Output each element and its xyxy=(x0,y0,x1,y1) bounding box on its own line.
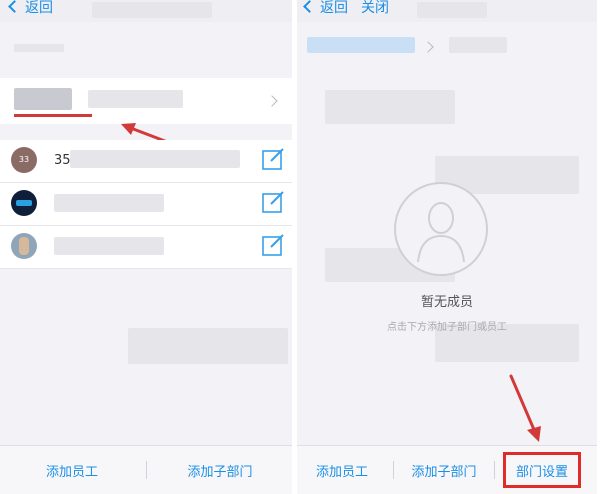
toolbar-divider xyxy=(494,461,495,479)
highlight-underline xyxy=(14,114,92,117)
watermark-redacted xyxy=(128,328,288,364)
member-name-redacted xyxy=(54,237,164,255)
chevron-left-icon xyxy=(8,0,21,13)
member-row[interactable]: 33 35 xyxy=(0,140,292,183)
avatar: 33 xyxy=(11,147,37,173)
add-subdepartment-button[interactable]: 添加子部门 xyxy=(403,461,485,480)
avatar xyxy=(11,190,37,216)
bottom-toolbar: 添加员工 添加子部门 部门设置 xyxy=(297,445,597,494)
add-subdepartment-button[interactable]: 添加子部门 xyxy=(170,461,270,480)
member-name-redacted xyxy=(54,194,164,212)
left-screen: 返回 33 35 添加员工 添加子部门 xyxy=(0,0,292,494)
watermark-redacted xyxy=(325,90,455,124)
edit-icon[interactable] xyxy=(262,234,284,256)
add-staff-button[interactable]: 添加员工 xyxy=(307,461,377,480)
toolbar-divider xyxy=(146,461,147,479)
breadcrumb-redacted xyxy=(14,44,64,52)
edit-icon[interactable] xyxy=(262,148,284,170)
breadcrumb-root-redacted xyxy=(307,37,415,53)
highlight-box xyxy=(503,452,581,488)
edit-icon[interactable] xyxy=(262,191,284,213)
member-row[interactable] xyxy=(0,183,292,226)
empty-state-title: 暂无成员 xyxy=(420,295,473,310)
chevron-left-icon xyxy=(303,0,316,13)
back-button[interactable]: 返回 xyxy=(303,0,348,17)
bottom-toolbar: 添加员工 添加子部门 xyxy=(0,445,292,494)
person-icon xyxy=(417,202,465,262)
empty-state-hint: 点击下方添加子部门或员工 xyxy=(387,322,507,333)
member-name-redacted xyxy=(70,150,240,168)
nav-title-redacted xyxy=(92,2,212,18)
back-label: 返回 xyxy=(320,0,348,16)
back-label: 返回 xyxy=(25,0,53,16)
department-avatar-redacted xyxy=(14,88,72,110)
member-name-prefix: 35 xyxy=(54,153,71,168)
nav-bar: 返回 xyxy=(0,0,292,22)
chevron-right-icon xyxy=(266,95,278,107)
toolbar-divider xyxy=(393,461,394,479)
add-staff-button[interactable]: 添加员工 xyxy=(22,461,122,480)
member-row[interactable] xyxy=(0,226,292,269)
nav-bar: 返回 关闭 xyxy=(297,0,597,22)
close-label: 关闭 xyxy=(361,0,389,16)
empty-avatar xyxy=(394,182,488,276)
breadcrumb-current-redacted xyxy=(449,37,507,53)
red-arrow-annotation xyxy=(509,374,541,442)
right-screen: 返回 关闭 暂无成员 点击下方添加子部门或员工 添加员工 添加子部门 部门设置 xyxy=(297,0,597,494)
nav-title-redacted xyxy=(417,2,487,18)
department-name-redacted xyxy=(88,90,183,108)
close-button[interactable]: 关闭 xyxy=(361,0,389,17)
back-button[interactable]: 返回 xyxy=(8,0,53,17)
chevron-right-icon xyxy=(422,41,434,53)
avatar xyxy=(11,233,37,259)
